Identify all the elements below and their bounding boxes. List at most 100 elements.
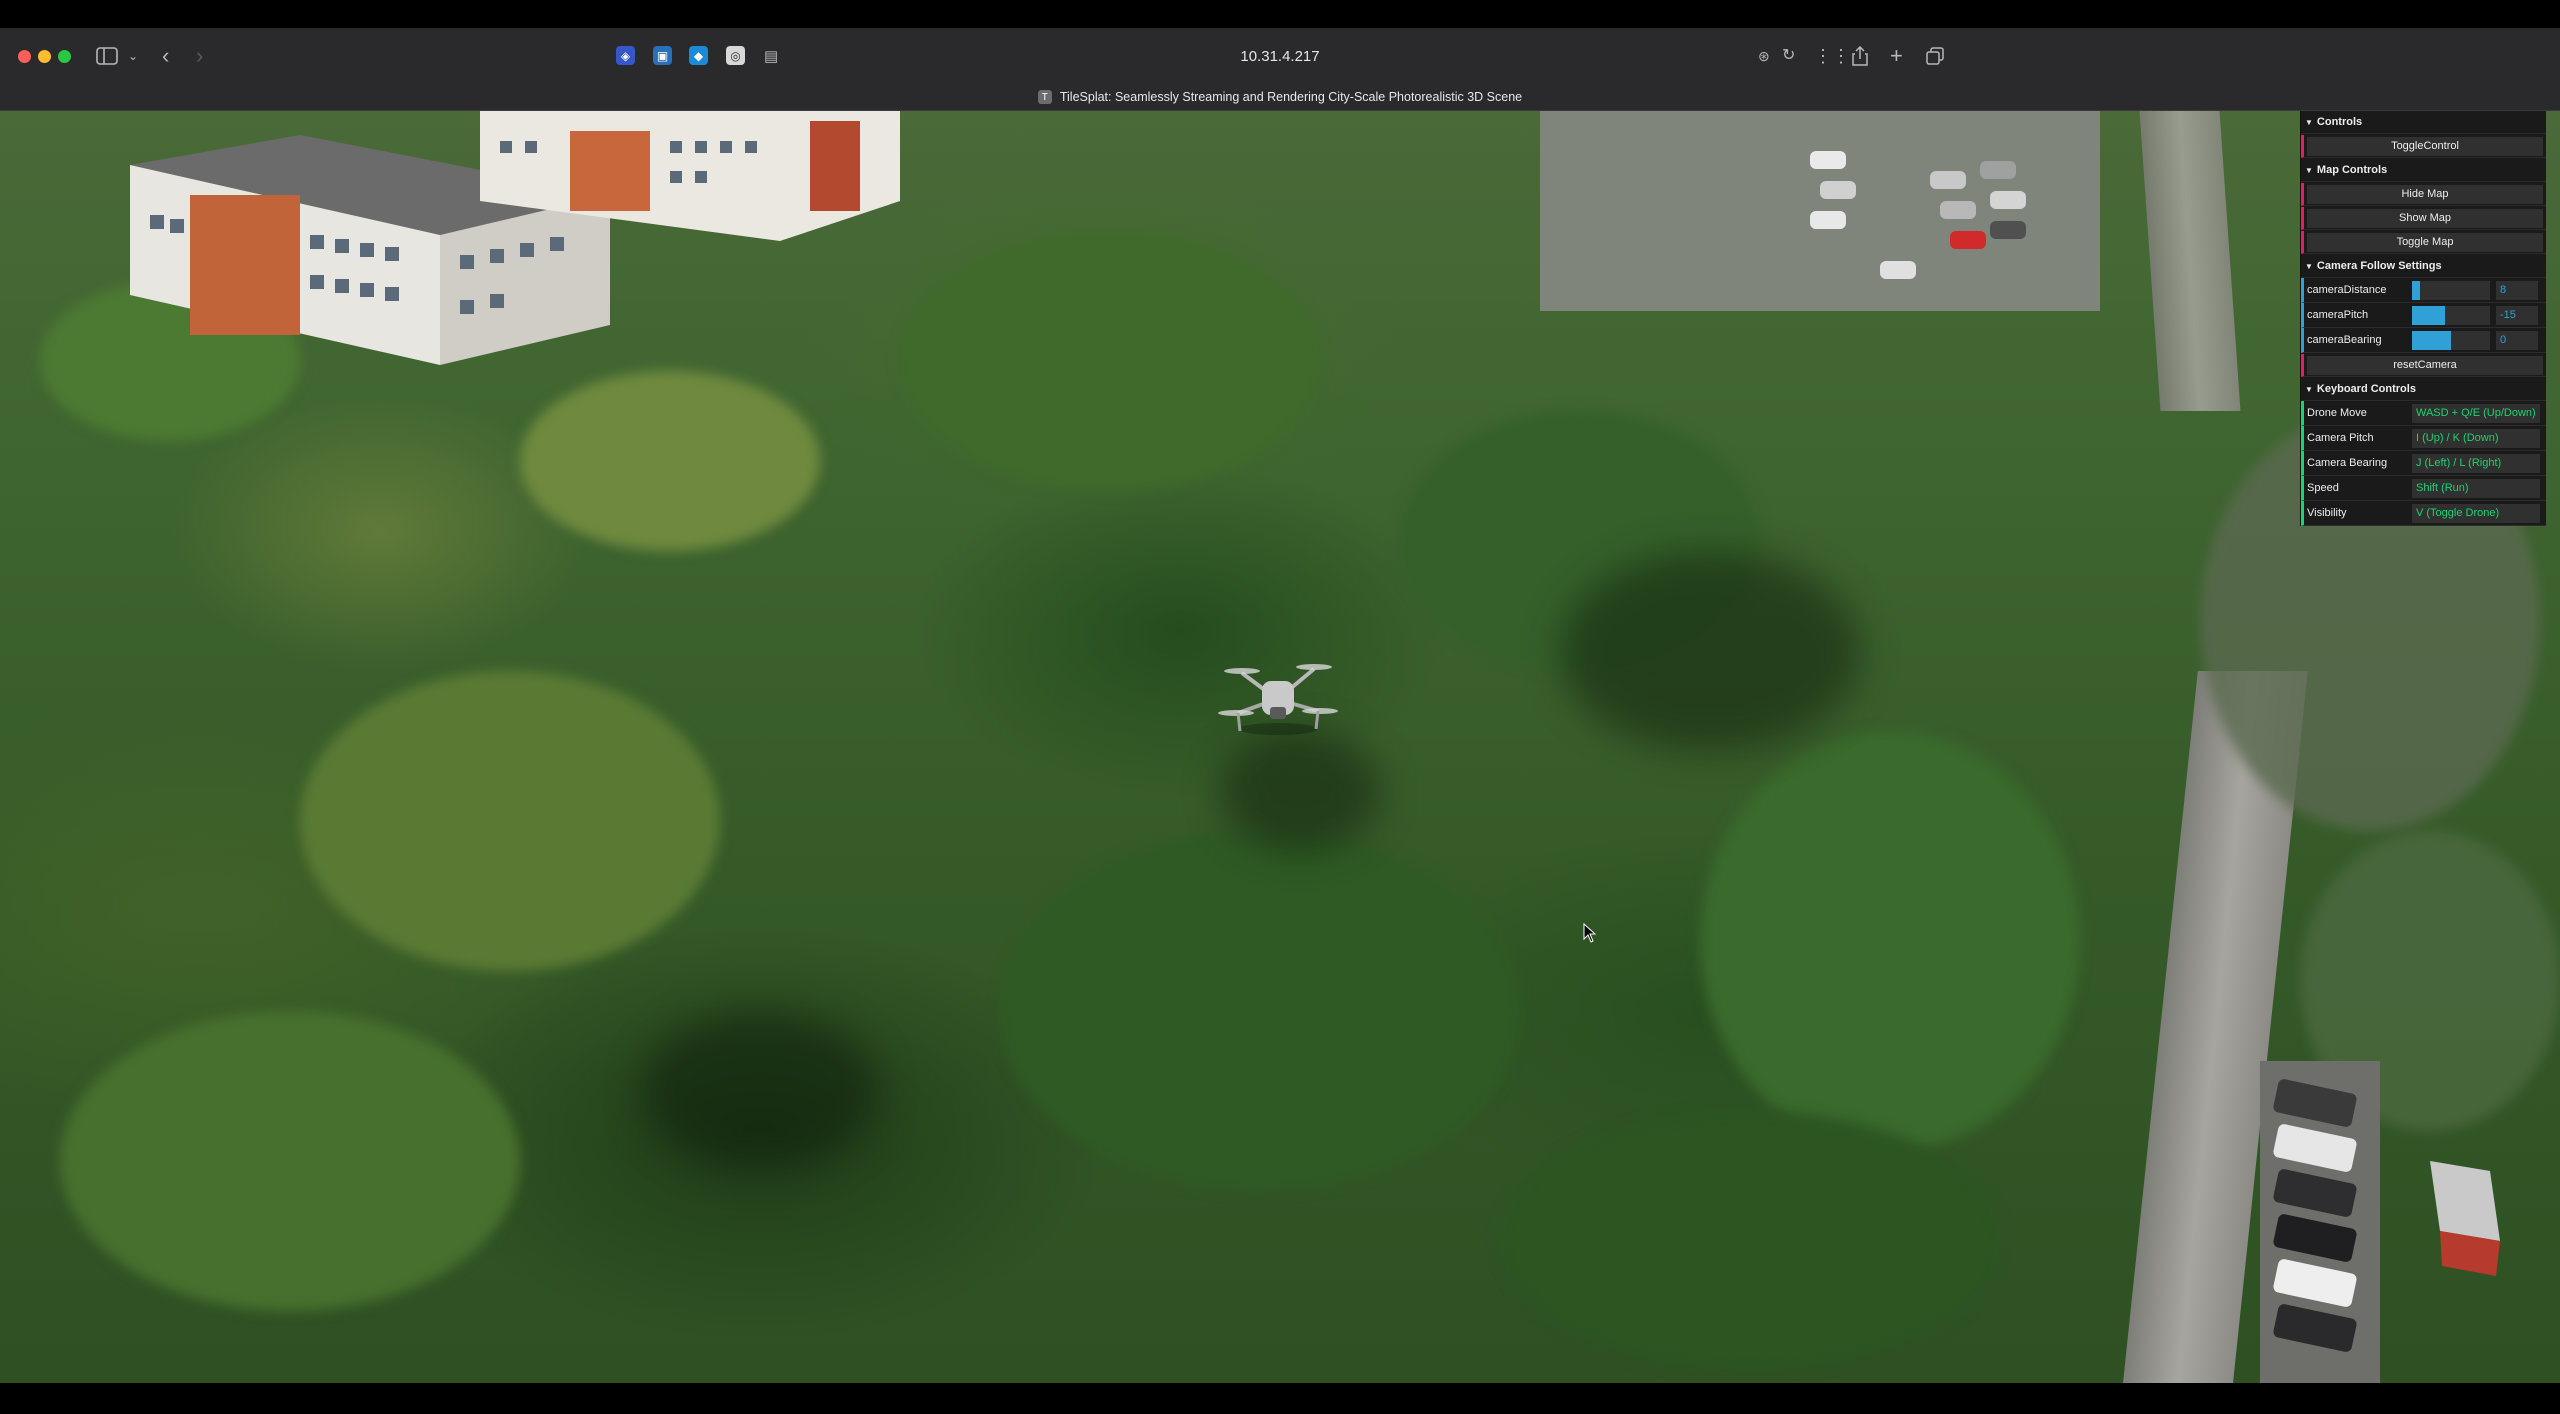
minimize-window-button[interactable] [38,50,51,63]
folder-map-controls[interactable]: ▼ Map Controls [2301,159,2546,182]
parked-car [1820,181,1856,199]
camera-bearing-label: cameraBearing [2307,334,2382,346]
cloud-shadow [1560,551,1860,751]
parked-car [1810,151,1846,169]
folder-controls-title: Controls [2316,116,2363,128]
slider-fill [2412,305,2445,325]
keyboard-row-visibility: Visibility V (Toggle Drone) [2301,501,2546,526]
chevron-down-icon[interactable]: ⌄ [128,43,138,69]
shed [2420,1161,2500,1281]
camera-distance-input[interactable]: 8 [2496,280,2538,300]
reload-icon[interactable]: ↻ [1782,43,1795,69]
camera-distance-label: cameraDistance [2307,284,2387,296]
keyboard-value-field[interactable]: Shift (Run) [2412,478,2540,498]
keyboard-label: Drone Move [2307,407,2367,419]
keyboard-label: Camera Bearing [2307,457,2388,469]
parked-car [1810,211,1846,229]
triangle-down-icon: ▼ [2305,262,2313,271]
cloud-shadow [640,1011,880,1171]
keyboard-row-camera-bearing: Camera Bearing J (Left) / L (Right) [2301,451,2546,476]
translate-icon[interactable]: ⊛ [1758,43,1770,69]
favorite-site-icon[interactable]: ◆ [689,46,708,65]
camera-bearing-slider[interactable] [2412,330,2490,350]
keyboard-label: Speed [2307,482,2339,494]
keyboard-value-field[interactable]: V (Toggle Drone) [2412,503,2540,523]
address-bar[interactable]: 10.31.4.217 [760,42,1800,70]
sidebar-toggle-icon[interactable] [96,43,118,69]
grass-patch [520,371,820,551]
show-map-label: Show Map [2307,208,2543,228]
folder-map-controls-title: Map Controls [2316,164,2388,176]
slider-fill [2412,330,2451,350]
keyboard-label: Camera Pitch [2307,432,2374,444]
keyboard-value-field[interactable]: J (Left) / L (Right) [2412,453,2540,473]
keyboard-label: Visibility [2307,507,2347,519]
forward-icon[interactable]: › [196,43,203,69]
reset-camera-button[interactable]: resetCamera [2301,354,2546,377]
keyboard-row-camera-pitch: Camera Pitch I (Up) / K (Down) [2301,426,2546,451]
favorite-site-icon[interactable]: ◎ [726,46,745,65]
close-window-button[interactable] [18,50,31,63]
tree-cluster [1000,831,1520,1191]
tree-cluster [1700,731,2080,1151]
toggle-control-button[interactable]: ToggleControl [2301,135,2546,158]
keyboard-value-field[interactable]: I (Up) / K (Down) [2412,428,2540,448]
triangle-down-icon: ▼ [2305,385,2313,394]
favorite-site-icon[interactable]: ▣ [653,46,672,65]
fullscreen-window-button[interactable] [58,50,71,63]
apartment-building [480,111,900,241]
browser-toolbar: ⌄ ‹ › ◈ ▣ ◆ ◎ ▤ 10.31.4.217 ⊛ ↻ ⋮⋮ + T T… [0,28,2560,111]
camera-pitch-slider[interactable] [2412,305,2490,325]
cloud-shadow [1220,731,1380,851]
hide-map-label: Hide Map [2307,184,2543,204]
slider-fill [2412,280,2420,300]
new-tab-icon[interactable]: + [1890,43,1903,69]
controls-panel: ▼ Controls ToggleControl ▼ Map Controls Hi… [2300,111,2546,526]
road [2139,111,2241,411]
top-black-bar [0,0,2560,28]
parked-car [1980,161,2016,179]
parked-car [1880,261,1916,279]
camera-pitch-label: cameraPitch [2307,309,2369,321]
tree-cluster [1500,1111,2000,1371]
toggle-control-label: ToggleControl [2307,136,2543,156]
reset-camera-label: resetCamera [2307,355,2543,375]
folder-keyboard-controls[interactable]: ▼ Keyboard Controls [2301,378,2546,401]
address-text: 10.31.4.217 [1240,47,1320,65]
camera-bearing-input[interactable]: 0 [2496,330,2538,350]
toggle-map-label: Toggle Map [2307,232,2543,252]
share-icon[interactable] [1852,43,1868,69]
3d-scene-canvas[interactable] [0,111,2560,1383]
extensions-grid-icon[interactable]: ⋮⋮ [1814,43,1850,69]
folder-camera-follow-title: Camera Follow Settings [2316,260,2442,272]
folder-keyboard-title: Keyboard Controls [2316,383,2416,395]
favorite-site-icon[interactable]: ◈ [616,46,635,65]
parked-car [1990,221,2026,239]
tab-overview-icon[interactable] [1926,43,1944,69]
camera-pitch-row: cameraPitch -15 [2301,303,2546,328]
tab-favicon: T [1037,90,1052,104]
toggle-map-button[interactable]: Toggle Map [2301,231,2546,254]
parked-car [1950,231,1986,249]
tab-active[interactable]: T TileSplat: Seamlessly Streaming and Re… [0,84,2560,110]
camera-distance-row: cameraDistance 8 [2301,278,2546,303]
tree-cluster [300,671,720,971]
keyboard-value-field[interactable]: WASD + Q/E (Up/Down) [2412,403,2540,423]
hide-map-button[interactable]: Hide Map [2301,183,2546,206]
parked-car [1990,191,2026,209]
folder-controls[interactable]: ▼ Controls [2301,111,2546,134]
bottom-black-bar [0,1383,2560,1414]
triangle-down-icon: ▼ [2305,118,2313,127]
mouse-cursor-icon [1583,922,1597,943]
camera-distance-slider[interactable] [2412,280,2490,300]
parked-car [1940,201,1976,219]
folder-camera-follow[interactable]: ▼ Camera Follow Settings [2301,255,2546,278]
keyboard-row-drone-move: Drone Move WASD + Q/E (Up/Down) [2301,401,2546,426]
camera-bearing-row: cameraBearing 0 [2301,328,2546,353]
camera-pitch-input[interactable]: -15 [2496,305,2538,325]
tab-title: TileSplat: Seamlessly Streaming and Rend… [1059,90,1523,104]
drone-model [1218,651,1338,741]
show-map-button[interactable]: Show Map [2301,207,2546,230]
tree-cluster [60,1011,520,1311]
back-icon[interactable]: ‹ [162,43,169,69]
